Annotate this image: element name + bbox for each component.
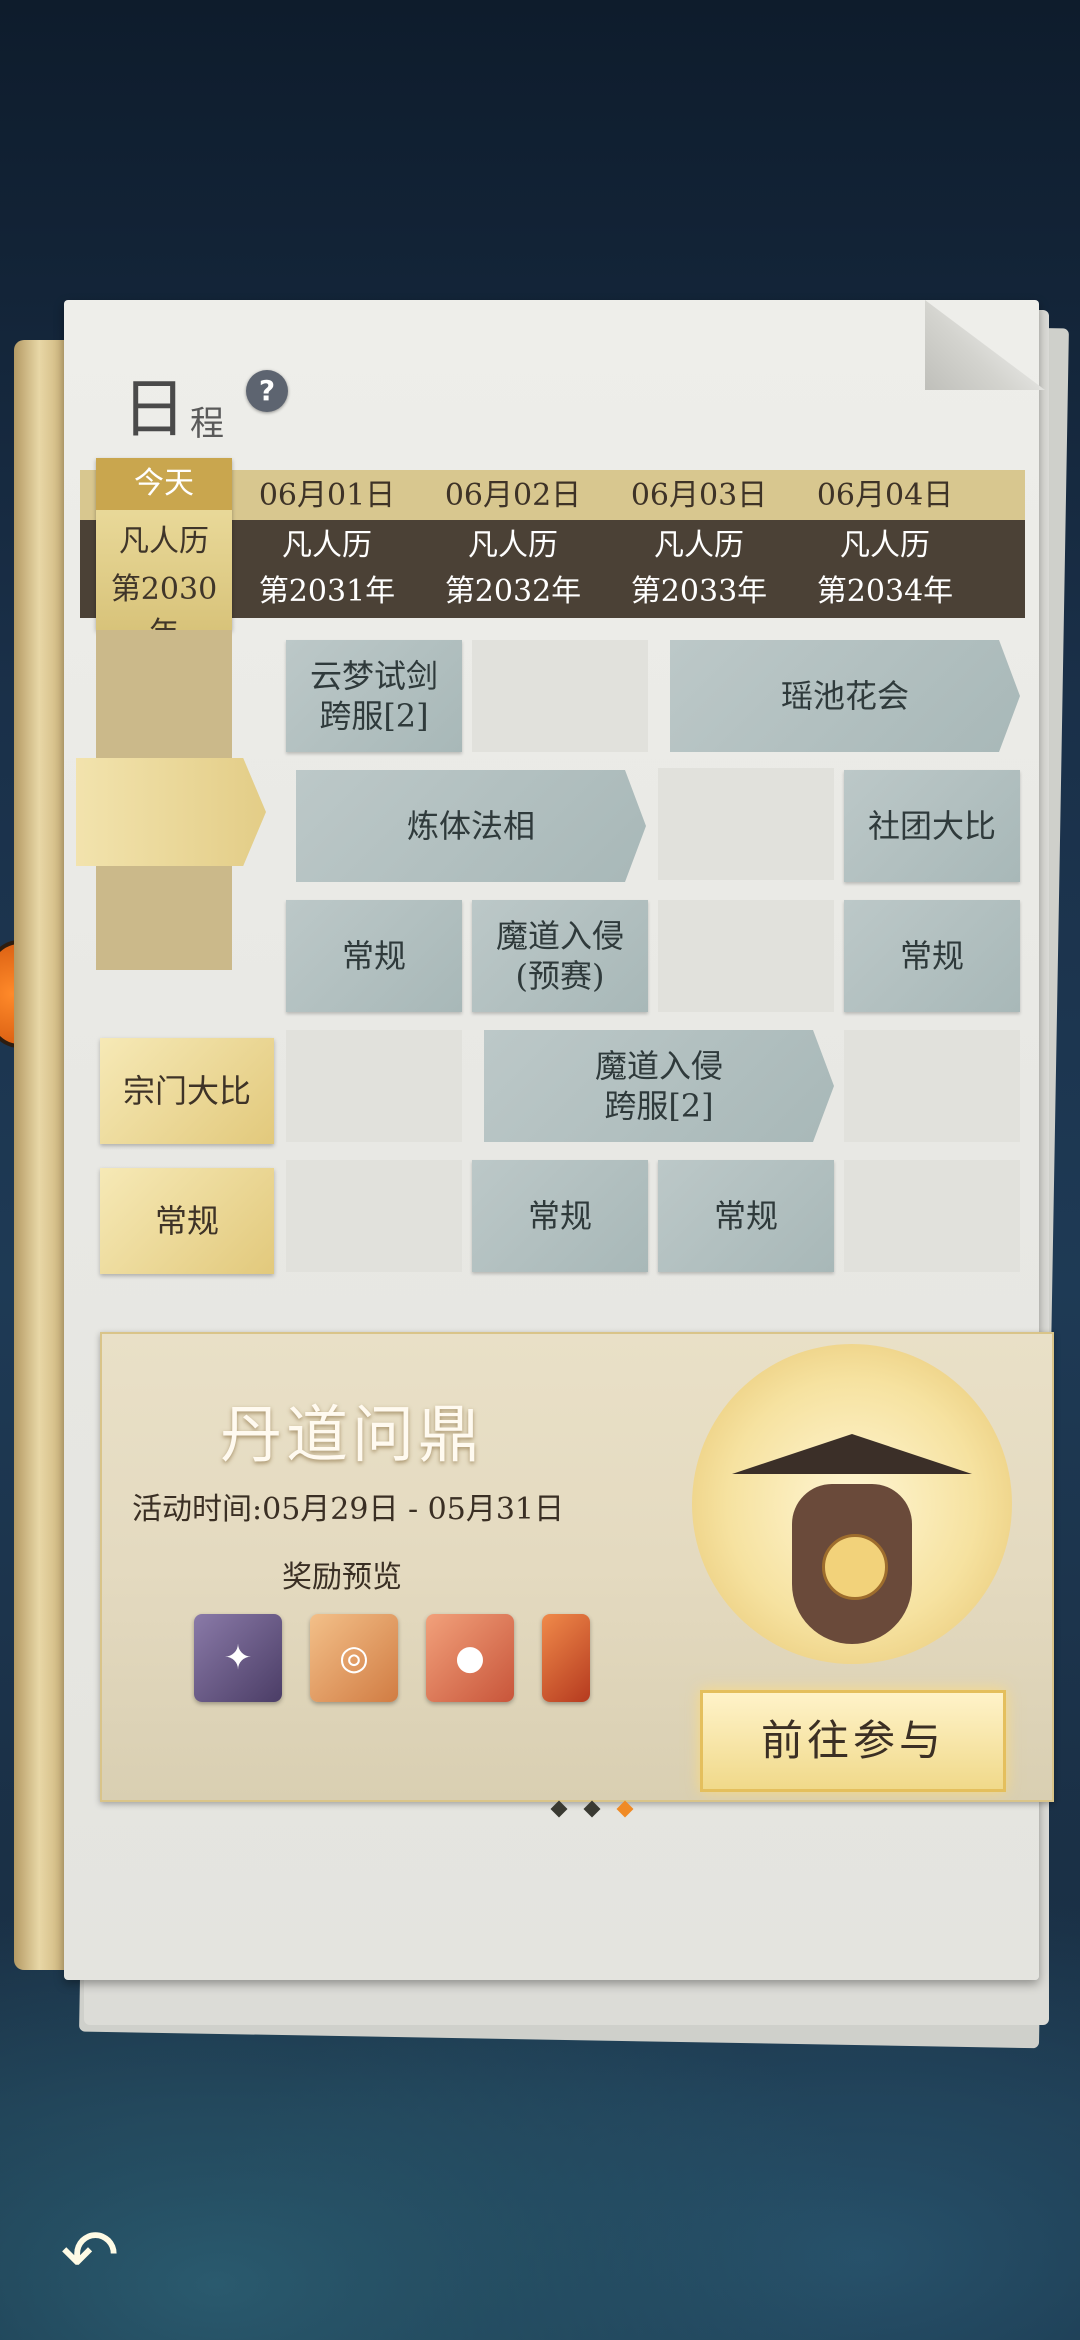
- reward-scroll-icon[interactable]: ✦: [194, 1614, 282, 1702]
- event-changgui[interactable]: 常规: [844, 900, 1020, 1012]
- today-event-indicator[interactable]: [76, 758, 266, 866]
- grid-cell: [658, 768, 834, 880]
- yinyang-icon: [822, 1534, 888, 1600]
- event-shetuan[interactable]: 社团大比: [844, 770, 1020, 882]
- event-modao-preliminary[interactable]: 魔道入侵 (预赛): [472, 900, 648, 1012]
- event-yunmeng[interactable]: 云梦试剑 跨服[2]: [286, 640, 462, 752]
- column-year: 第2032年: [444, 574, 582, 609]
- back-arrow-icon[interactable]: ↶: [50, 2215, 130, 2295]
- grid-cell: [844, 1030, 1020, 1142]
- grid-cell: [286, 1160, 462, 1272]
- column-calendar: 凡人历: [840, 528, 930, 563]
- column-date: 06月02日: [444, 478, 582, 513]
- reward-token-icon[interactable]: ◎: [310, 1614, 398, 1702]
- column-calendar: 凡人历: [282, 528, 372, 563]
- page-corner-fold: [925, 300, 1045, 390]
- activity-banner[interactable]: 丹道问鼎 活动时间:05月29日 - 05月31日 奖励预览 ✦ ◎ ● 前往参…: [100, 1332, 1054, 1802]
- event-changgui[interactable]: 常规: [286, 900, 462, 1012]
- grid-cell: [286, 1030, 462, 1142]
- page-title: 日: [122, 373, 186, 447]
- column-date: 06月04日: [816, 478, 954, 513]
- column-calendar: 凡人历: [654, 528, 744, 563]
- today-event-zongmen[interactable]: 宗门大比: [100, 1038, 274, 1144]
- column-calendar: 凡人历: [468, 528, 558, 563]
- carousel-indicator: [545, 1800, 639, 1819]
- event-lianti[interactable]: 炼体法相: [296, 770, 646, 882]
- reward-preview-label: 奖励预览: [282, 1560, 402, 1595]
- date-column-header: 06月01日 凡人历 第2031年: [234, 472, 420, 618]
- carousel-dot-active[interactable]: [616, 1800, 634, 1818]
- reward-card-icon[interactable]: [542, 1614, 590, 1702]
- join-activity-button[interactable]: 前往参与: [700, 1690, 1006, 1792]
- today-event-changgui[interactable]: 常规: [100, 1168, 274, 1274]
- event-changgui[interactable]: 常规: [658, 1160, 834, 1272]
- event-modao-crossserver[interactable]: 魔道入侵 跨服[2]: [484, 1030, 834, 1142]
- column-year: 第2033年: [630, 574, 768, 609]
- carousel-dot[interactable]: [550, 1800, 568, 1818]
- grid-cell: [472, 640, 648, 752]
- page-title-sub: 程: [190, 404, 224, 444]
- event-yaochi[interactable]: 瑶池花会: [670, 640, 1020, 752]
- column-year: 第2034年: [816, 574, 954, 609]
- column-date: 06月01日: [258, 478, 396, 513]
- column-date: 06月03日: [630, 478, 768, 513]
- grid-cell: [844, 1160, 1020, 1272]
- today-calendar: 凡人历: [119, 524, 209, 559]
- today-label: 今天: [96, 458, 232, 510]
- event-changgui[interactable]: 常规: [472, 1160, 648, 1272]
- help-icon[interactable]: ?: [246, 370, 288, 412]
- book-spine: [14, 340, 70, 1970]
- today-column-header: 今天 凡人历 第2030年: [96, 458, 232, 651]
- date-column-header: 06月04日 凡人历 第2034年: [792, 472, 978, 618]
- carousel-dot[interactable]: [583, 1800, 601, 1818]
- date-column-header: 06月02日 凡人历 第2032年: [420, 472, 606, 618]
- column-year: 第2031年: [258, 574, 396, 609]
- date-column-header: 06月03日 凡人历 第2033年: [606, 472, 792, 618]
- activity-title: 丹道问鼎: [220, 1398, 485, 1471]
- activity-time: 活动时间:05月29日 - 05月31日: [132, 1492, 565, 1527]
- reward-pearl-icon[interactable]: ●: [426, 1614, 514, 1702]
- grid-cell: [658, 900, 834, 1012]
